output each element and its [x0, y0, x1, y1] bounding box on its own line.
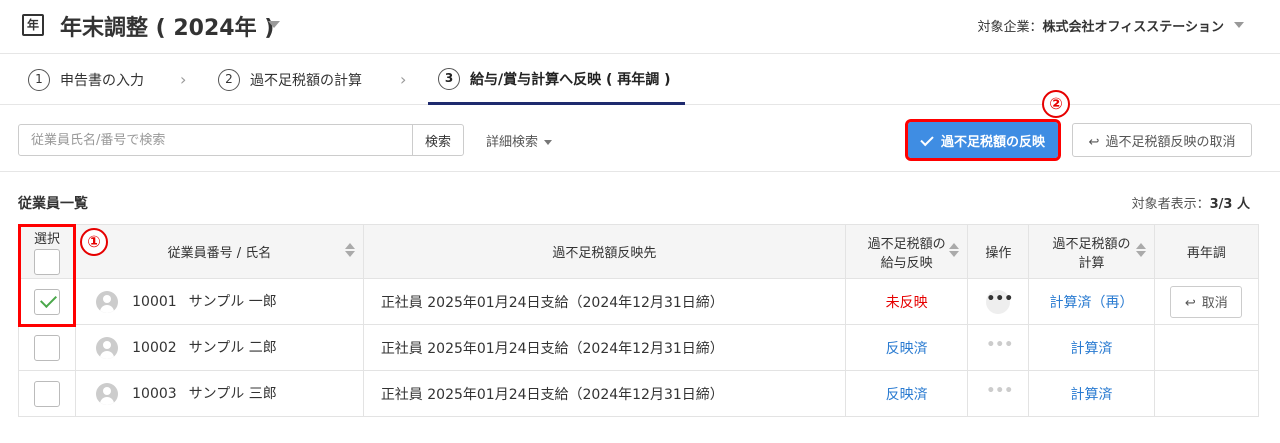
- step-1-number: 1: [28, 69, 50, 91]
- company-name: 株式会社オフィスステーション: [1042, 20, 1224, 35]
- step-nav: 1 申告書の入力 › 2 過不足税額の計算 › 3 給与/賞与計算へ反映 ( 再…: [0, 55, 1280, 105]
- operation-header: 操作: [967, 224, 1030, 279]
- toolbar: 検索 詳細検索 過不足税額の反映 ↩ 過不足税額反映の取消: [0, 106, 1280, 172]
- select-cell: [17, 324, 77, 371]
- company-label: 対象企業：: [977, 20, 1043, 35]
- cancel-row-button[interactable]: ↩ 取消: [1170, 285, 1243, 318]
- table-header-row: 選択 従業員番号 / 氏名 過不足税額反映先 過不足税額の 給与反映 操作 過不…: [17, 224, 1260, 279]
- sort-icon[interactable]: [949, 243, 960, 257]
- undo-icon: ↩: [1184, 296, 1196, 311]
- readjust-cell: [1153, 324, 1260, 371]
- destination-cell: 正社員 2025年01月24日支給（2024年12月31日締）: [362, 324, 846, 371]
- destination-header: 過不足税額反映先: [362, 224, 846, 279]
- readjust-cell: ↩ 取消: [1153, 278, 1260, 325]
- operation-cell: •••: [967, 278, 1030, 325]
- reflect-tax-label: 過不足税額の反映: [940, 134, 1045, 150]
- title-dropdown-icon[interactable]: [268, 21, 280, 28]
- select-header-label: 選択: [34, 232, 61, 247]
- step-1[interactable]: 1 申告書の入力: [28, 55, 144, 105]
- employee-cell: 10003 サンプル 三郎: [75, 370, 364, 417]
- step-2-number: 2: [218, 69, 240, 91]
- destination-cell: 正社員 2025年01月24日支給（2024年12月31日締）: [362, 370, 846, 417]
- step-3[interactable]: 3 給与/賞与計算へ反映 ( 再年調 ): [428, 55, 685, 105]
- more-icon: •••: [986, 382, 1014, 399]
- table-row: 10002 サンプル 二郎 正社員 2025年01月24日支給（2024年12月3…: [17, 324, 1260, 371]
- employee-name: サンプル 二郎: [188, 339, 277, 356]
- operation-cell: •••: [967, 324, 1030, 371]
- calc-status-link[interactable]: 計算済（再）: [1028, 278, 1155, 325]
- readjust-cell: [1153, 370, 1260, 417]
- employee-name: サンプル 一郎: [188, 293, 277, 310]
- avatar-icon: [96, 382, 119, 405]
- cancel-reflect-button[interactable]: ↩ 過不足税額反映の取消: [1072, 123, 1252, 157]
- chevron-down-icon: [544, 140, 553, 145]
- step-1-label: 申告書の入力: [60, 73, 144, 89]
- step-3-label: 給与/賞与計算へ反映 ( 再年調 ): [470, 71, 671, 88]
- more-icon: •••: [986, 336, 1014, 353]
- row-checkbox[interactable]: [34, 288, 61, 315]
- reflect-status[interactable]: 反映済: [844, 324, 969, 371]
- sort-icon[interactable]: [344, 243, 355, 257]
- employee-header-label: 従業員番号 / 氏名: [167, 246, 272, 261]
- count-value: 3/3 人: [1209, 197, 1250, 212]
- salary-reflect-header[interactable]: 過不足税額の 給与反映: [844, 224, 969, 279]
- count-display: 対象者表示：3/3 人: [1132, 193, 1250, 212]
- calendar-icon: 年: [22, 14, 44, 36]
- cancel-reflect-label: 過不足税額反映の取消: [1105, 134, 1236, 150]
- page-title[interactable]: 年末調整 ( 2024年 ): [60, 10, 274, 42]
- select-all-checkbox[interactable]: [34, 249, 61, 275]
- select-cell: [17, 278, 77, 325]
- search-input[interactable]: [18, 124, 413, 156]
- cancel-row-label: 取消: [1201, 296, 1228, 311]
- annotation-marker-1: ①: [80, 228, 108, 256]
- employee-name: サンプル 三郎: [188, 385, 277, 402]
- step-3-number: 3: [438, 67, 460, 90]
- calc-status-link[interactable]: 計算済: [1028, 370, 1155, 417]
- advanced-search-label: 詳細検索: [486, 135, 539, 150]
- company-dropdown-icon[interactable]: [1234, 22, 1244, 28]
- advanced-search-toggle[interactable]: 詳細検索: [486, 131, 553, 150]
- employee-header[interactable]: 従業員番号 / 氏名: [75, 224, 364, 279]
- more-icon[interactable]: •••: [986, 289, 1013, 314]
- table-row: 10003 サンプル 三郎 正社員 2025年01月24日支給（2024年12月3…: [17, 370, 1260, 417]
- reflect-tax-button[interactable]: 過不足税額の反映: [905, 119, 1061, 161]
- calc-header[interactable]: 過不足税額の 計算: [1028, 224, 1155, 279]
- row-checkbox[interactable]: [34, 334, 61, 361]
- check-icon: [920, 132, 934, 146]
- select-cell: [17, 370, 77, 417]
- employee-table: 選択 従業員番号 / 氏名 過不足税額反映先 過不足税額の 給与反映 操作 過不…: [17, 224, 1260, 417]
- company-selector[interactable]: 対象企業：株式会社オフィスステーション: [978, 16, 1225, 35]
- employee-cell: 10002 サンプル 二郎: [75, 324, 364, 371]
- undo-icon: ↩: [1088, 134, 1100, 150]
- reflect-status[interactable]: 反映済: [844, 370, 969, 417]
- readjust-header: 再年調: [1153, 224, 1260, 279]
- destination-cell: 正社員 2025年01月24日支給（2024年12月31日締）: [362, 278, 846, 325]
- count-label: 対象者表示：: [1131, 197, 1210, 212]
- reflect-status: 未反映: [844, 278, 969, 325]
- header: 年 年末調整 ( 2024年 ) 対象企業：株式会社オフィスステーション: [0, 0, 1280, 54]
- step-2-label: 過不足税額の計算: [250, 73, 362, 89]
- avatar-icon: [96, 290, 119, 313]
- employee-cell: 10001 サンプル 一郎: [75, 278, 364, 325]
- search-button[interactable]: 検索: [412, 124, 464, 156]
- sort-icon[interactable]: [1135, 243, 1146, 257]
- avatar-icon: [96, 336, 119, 359]
- step-2[interactable]: 2 過不足税額の計算: [218, 55, 362, 105]
- select-header: 選択: [17, 224, 77, 279]
- chevron-right-icon: ›: [400, 70, 407, 89]
- calc-status-link[interactable]: 計算済: [1028, 324, 1155, 371]
- row-checkbox[interactable]: [34, 380, 61, 407]
- table-row: 10001 サンプル 一郎 正社員 2025年01月24日支給（2024年12月3…: [17, 278, 1260, 325]
- annotation-marker-2: ②: [1042, 90, 1070, 118]
- employee-id: 10003: [132, 385, 177, 402]
- employee-id: 10001: [132, 293, 177, 310]
- operation-cell: •••: [967, 370, 1030, 417]
- chevron-right-icon: ›: [180, 70, 187, 89]
- employee-list-title: 従業員一覧: [18, 196, 88, 212]
- employee-id: 10002: [132, 339, 177, 356]
